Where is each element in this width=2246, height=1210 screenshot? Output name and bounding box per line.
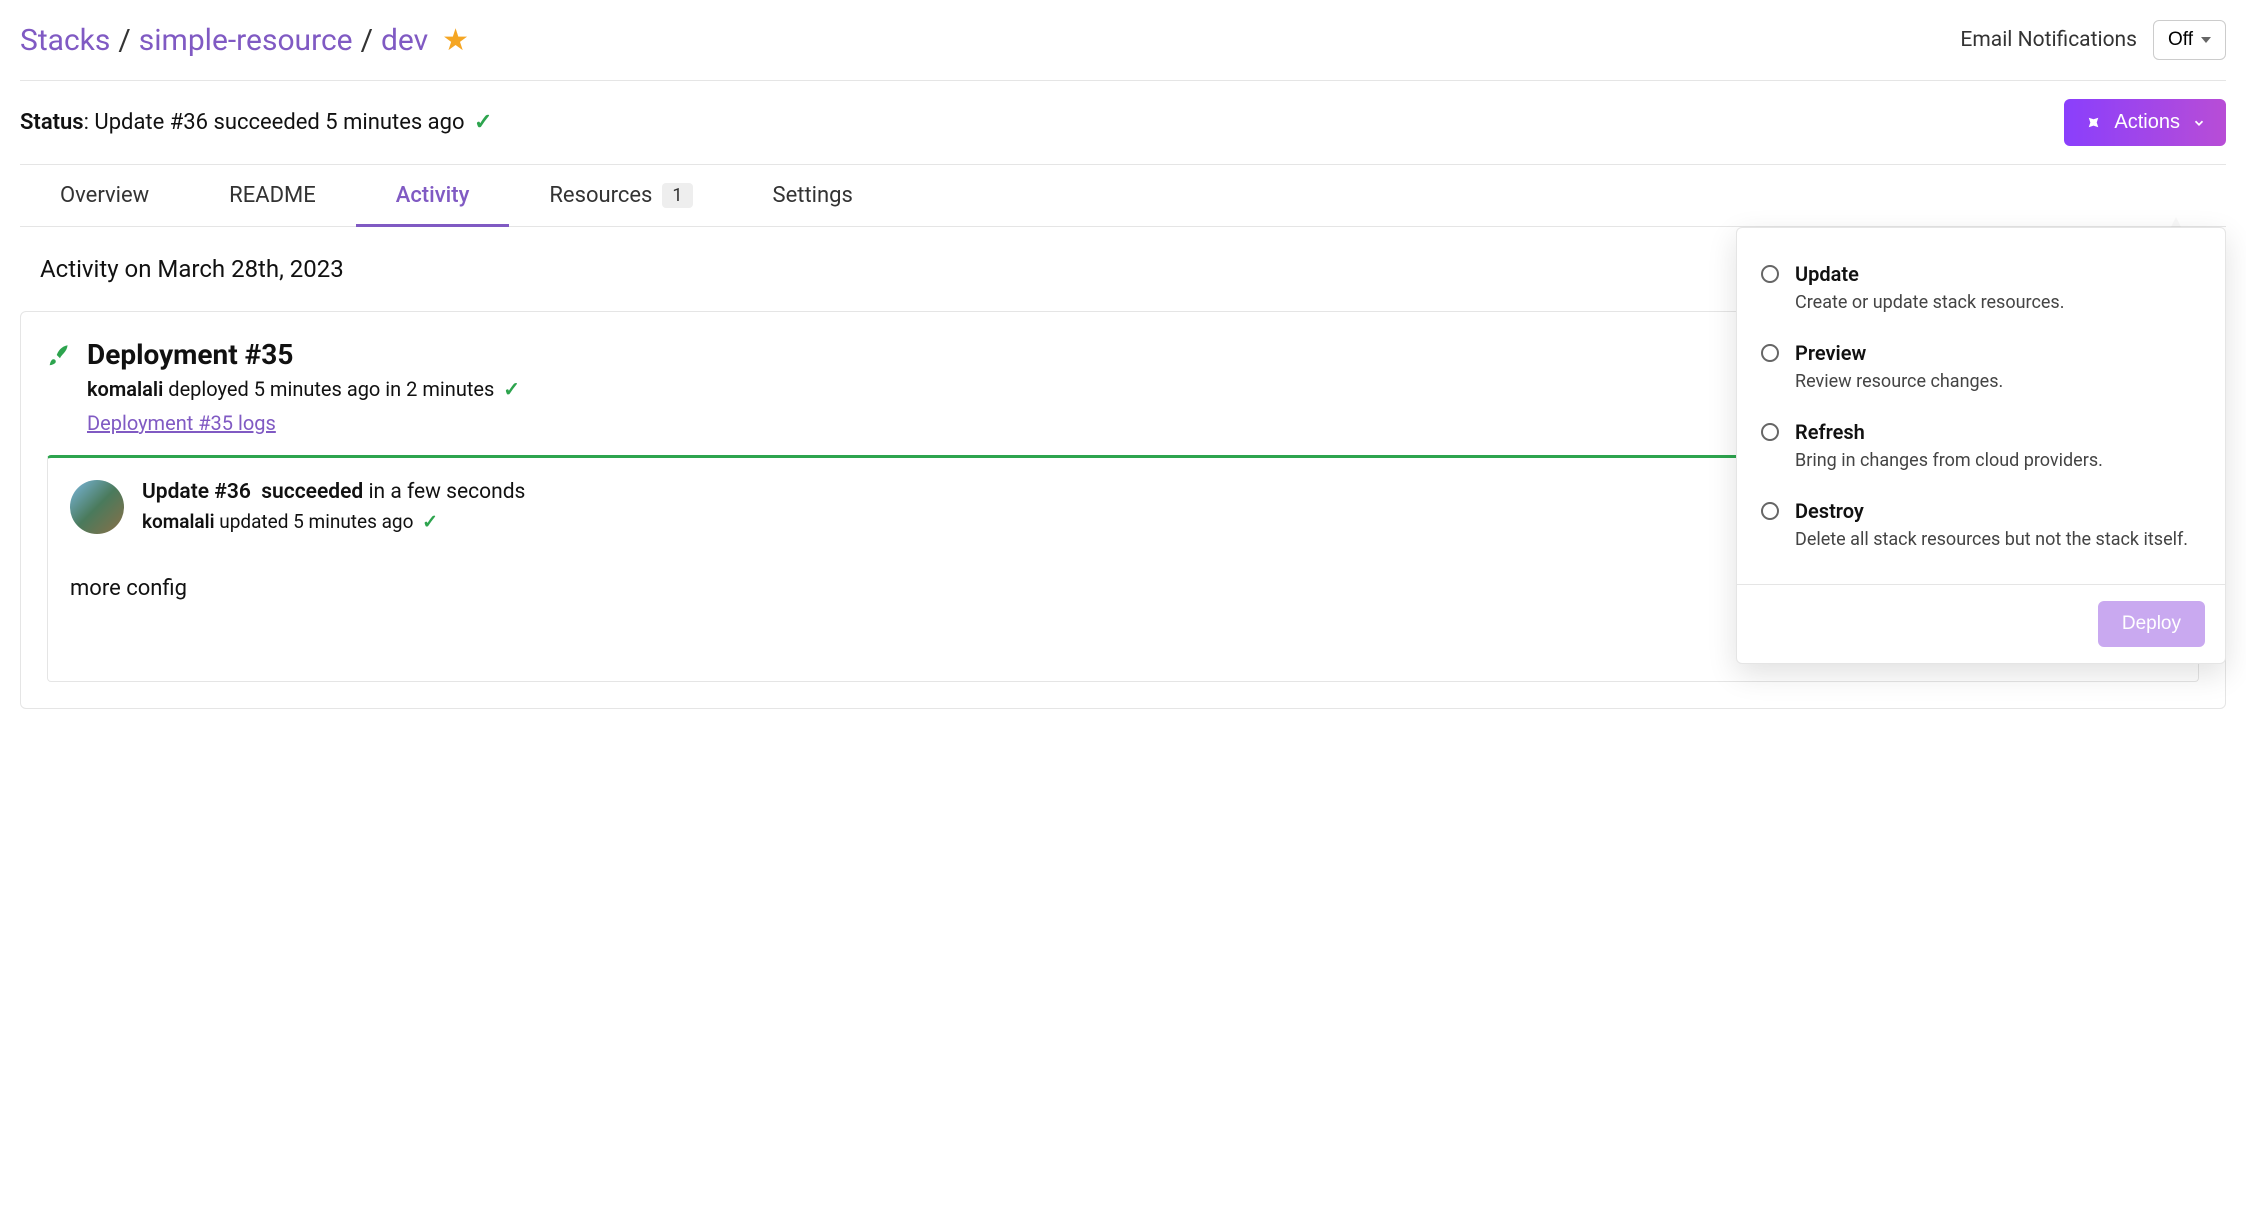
breadcrumb-separator: / [118,23,130,58]
option-title: Preview [1795,341,2003,365]
tab-readme[interactable]: README [189,165,356,226]
option-desc: Create or update stack resources. [1795,292,2064,313]
action-option-update[interactable]: Update Create or update stack resources. [1761,248,2201,327]
option-title: Update [1795,262,2064,286]
option-desc: Delete all stack resources but not the s… [1795,529,2188,550]
tabs: Overview README Activity Resources 1 Set… [20,165,2226,227]
status-text: Status: Update #36 succeeded 5 minutes a… [20,110,492,135]
rocket-icon [47,342,73,374]
deploy-button[interactable]: Deploy [2098,601,2205,647]
email-notifications-label: Email Notifications [1960,28,2137,52]
breadcrumb-separator: / [361,23,373,58]
deployment-title: Deployment #35 [87,338,520,371]
resources-count-badge: 1 [662,183,692,208]
tab-settings[interactable]: Settings [733,165,893,226]
option-title: Destroy [1795,499,2188,523]
option-desc: Review resource changes. [1795,371,2003,392]
check-icon: ✓ [474,110,492,135]
deployment-meta-text: deployed 5 minutes ago in 2 minutes [168,377,494,401]
option-title: Refresh [1795,420,2103,444]
status-label: Status [20,110,84,135]
rocket-icon [2084,114,2102,132]
breadcrumb-project-link[interactable]: simple-resource [139,23,353,58]
actions-button-label: Actions [2114,111,2180,134]
check-icon: ✓ [503,377,520,401]
email-notifications-dropdown[interactable]: Off [2153,20,2226,60]
action-option-destroy[interactable]: Destroy Delete all stack resources but n… [1761,485,2201,564]
radio-icon [1761,502,1779,520]
option-desc: Bring in changes from cloud providers. [1795,450,2103,471]
email-notifications-value: Off [2168,29,2193,51]
commit-message: more config [70,576,187,601]
breadcrumb: Stacks / simple-resource / dev ★ [20,23,469,58]
avatar [70,480,124,534]
deployment-meta: komalali deployed 5 minutes ago in 2 min… [87,377,520,401]
tab-activity[interactable]: Activity [356,165,510,226]
radio-icon [1761,423,1779,441]
check-icon: ✓ [422,510,438,533]
deployment-logs-link[interactable]: Deployment #35 logs [87,411,276,435]
tab-resources-label: Resources [549,183,652,208]
deployment-user: komalali [87,377,163,401]
action-option-refresh[interactable]: Refresh Bring in changes from cloud prov… [1761,406,2201,485]
chevron-down-icon [2201,37,2211,43]
update-meta-text: updated 5 minutes ago [219,510,413,533]
tab-overview[interactable]: Overview [20,165,189,226]
update-user: komalali [142,510,215,533]
breadcrumb-stacks-link[interactable]: Stacks [20,23,110,58]
update-meta: komalali updated 5 minutes ago ✓ [142,510,525,533]
update-number: Update #36 [142,480,251,504]
action-option-preview[interactable]: Preview Review resource changes. [1761,327,2201,406]
breadcrumb-stack-link[interactable]: dev [381,23,428,58]
actions-button[interactable]: Actions [2064,99,2226,146]
star-icon[interactable]: ★ [442,23,469,58]
update-status: succeeded [261,480,363,504]
update-duration: in a few seconds [368,480,525,504]
status-value: Update #36 succeeded 5 minutes ago [94,110,464,135]
actions-menu: Update Create or update stack resources.… [1736,227,2226,664]
radio-icon [1761,344,1779,362]
chevron-down-icon [2192,116,2206,130]
radio-icon [1761,265,1779,283]
update-title: Update #36 succeeded in a few seconds [142,480,525,504]
tab-resources[interactable]: Resources 1 [509,165,732,226]
